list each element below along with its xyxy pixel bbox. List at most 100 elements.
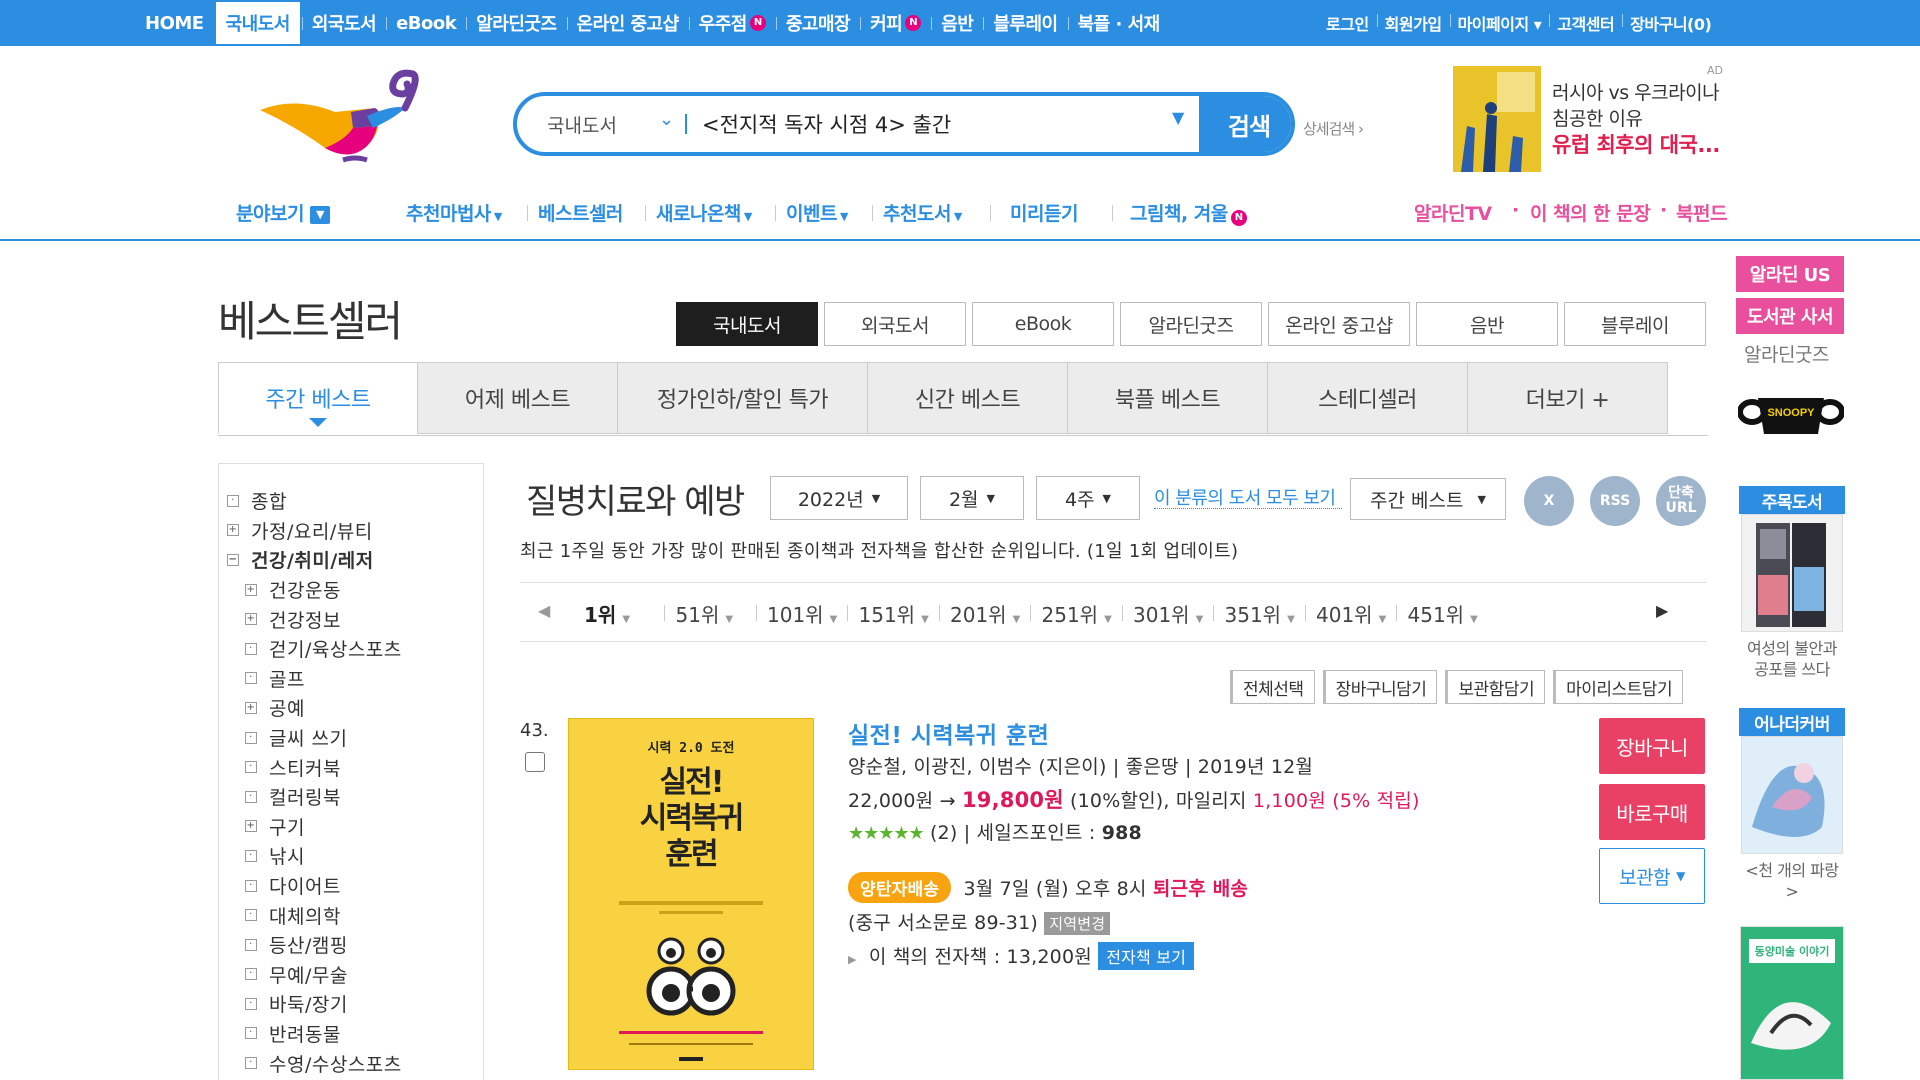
browse-categories-button[interactable]: 분야보기 ▼ [236, 199, 330, 226]
book-cover[interactable]: 시력 2.0 도전 실전! 시력복귀 훈련 [568, 718, 814, 1070]
nav-preview-listen[interactable]: 미리듣기 [1010, 199, 1078, 226]
tab-more[interactable]: 더보기 + [1468, 362, 1668, 434]
buy-now-button[interactable]: 바로구매 [1599, 784, 1705, 840]
add-to-cart-button[interactable]: 장바구니 [1599, 718, 1705, 774]
search-button[interactable]: 검색 [1199, 96, 1291, 152]
rss-icon[interactable]: RSS [1590, 476, 1640, 526]
month-select[interactable]: 2월 ▼ [920, 476, 1024, 520]
category-tree-item[interactable]: · 골프 [219, 664, 483, 694]
ad-text[interactable]: 러시아 vs 우크라이나 침공한 이유 유럽 최후의 대국... [1552, 80, 1742, 158]
topnav-ebook[interactable]: eBook [386, 0, 466, 46]
nav-recommend-wizard[interactable]: 추천마법사 ▼ [406, 199, 502, 226]
category-tree-item[interactable]: + 건강운동 [219, 575, 483, 605]
tab-music[interactable]: 음반 [1416, 302, 1558, 346]
aladin-logo[interactable] [255, 68, 455, 164]
tab-goods[interactable]: 알라딘굿즈 [1120, 302, 1262, 346]
add-to-wishlist-all-button[interactable]: 보관함담기 [1445, 670, 1546, 704]
add-to-mylist-all-button[interactable]: 마이리스트담기 [1553, 670, 1684, 704]
short-url-icon[interactable]: 단축 URL [1656, 476, 1706, 526]
category-tree-item[interactable]: · 대체의학 [219, 900, 483, 930]
tab-used-online[interactable]: 온라인 중고샵 [1268, 302, 1410, 346]
customer-center-link[interactable]: 고객센터 [1549, 11, 1622, 35]
rank-page-link[interactable]: 201위 ▼ [950, 599, 1020, 628]
tab-discount-special[interactable]: 정가인하/할인 특가 [618, 362, 868, 434]
category-tree-item[interactable]: · 다이어트 [219, 871, 483, 901]
view-ebook-button[interactable]: 전자책 보기 [1098, 942, 1195, 970]
cart-link[interactable]: 장바구니(0) [1622, 11, 1719, 35]
search-input[interactable] [702, 102, 1182, 146]
topnav-music[interactable]: 음반 [931, 0, 983, 46]
side-book-cover[interactable]: 동양미술 이야기 [1740, 926, 1844, 1080]
tree-toggle-icon[interactable]: + [245, 583, 257, 596]
tree-toggle-icon[interactable]: + [245, 701, 257, 714]
category-tree-item[interactable]: · 글씨 쓰기 [219, 723, 483, 753]
category-tree-item[interactable]: · 수영/수상스포츠 [219, 1048, 483, 1078]
topnav-bookple[interactable]: 북플 · 서재 [1067, 0, 1170, 46]
rank-page-link[interactable]: 351위 ▼ [1225, 599, 1295, 628]
tab-foreign-books[interactable]: 외국도서 [824, 302, 966, 346]
tree-toggle-icon[interactable]: · [245, 672, 257, 685]
topnav-coffee[interactable]: 커피 N [860, 0, 931, 46]
nav-one-sentence[interactable]: 이 책의 한 문장 [1530, 199, 1651, 226]
another-cover-box[interactable]: 어나더커버 <천 개의 파랑> [1739, 708, 1845, 902]
prev-page-icon[interactable]: ◀ [538, 601, 550, 620]
tab-yesterday-best[interactable]: 어제 베스트 [418, 362, 618, 434]
topnav-foreign-books[interactable]: 외국도서 [301, 0, 386, 46]
excel-download-icon[interactable]: X [1524, 476, 1574, 526]
topnav-korean-books[interactable]: 국내도서 [213, 0, 302, 46]
rank-page-link[interactable]: 51위 ▼ [676, 599, 734, 628]
add-to-cart-all-button[interactable]: 장바구니담기 [1322, 670, 1438, 704]
ad-book-cover[interactable] [1453, 66, 1541, 172]
tab-korean-books[interactable]: 국내도서 [676, 302, 818, 346]
tree-toggle-icon[interactable]: + [245, 820, 257, 833]
topnav-used-store[interactable]: 중고매장 [775, 0, 860, 46]
mypage-link[interactable]: 마이페이지 ▾ [1449, 11, 1550, 35]
book-select-checkbox[interactable] [525, 752, 545, 772]
tree-toggle-icon[interactable]: · [245, 997, 257, 1010]
library-librarian-button[interactable]: 도서관 사서 [1736, 298, 1844, 334]
topnav-goods[interactable]: 알라딘굿즈 [466, 0, 566, 46]
rank-page-link[interactable]: 151위 ▼ [859, 599, 929, 628]
tree-toggle-icon[interactable]: · [227, 494, 239, 507]
signup-link[interactable]: 회원가입 [1376, 11, 1450, 35]
tree-toggle-icon[interactable]: · [245, 731, 257, 744]
category-tree-item[interactable]: · 반려동물 [219, 1019, 483, 1049]
category-tree-item[interactable]: · 스티커북 [219, 752, 483, 782]
category-tree-item[interactable]: · 컬러링북 [219, 782, 483, 812]
tree-toggle-icon[interactable]: · [245, 849, 257, 862]
nav-aladin-tv[interactable]: 알라딘TV [1414, 199, 1492, 226]
advanced-search-link[interactable]: 상세검색 › [1303, 118, 1364, 139]
rank-page-link[interactable]: 401위 ▼ [1316, 599, 1386, 628]
select-all-button[interactable]: 전체선택 [1230, 670, 1315, 704]
tab-weekly-best[interactable]: 주간 베스트 [218, 362, 418, 434]
login-link[interactable]: 로그인 [1318, 11, 1377, 35]
nav-new-books[interactable]: 새로나온책 ▼ [656, 199, 752, 226]
snoopy-mug-image[interactable]: SNOOPY [1737, 390, 1845, 440]
nav-event[interactable]: 이벤트 ▼ [786, 199, 848, 226]
category-tree-item[interactable]: + 건강정보 [219, 604, 483, 634]
featured-book-box[interactable]: 주목도서 여성의 불안과 공포를 쓰다 [1739, 486, 1845, 680]
category-tree-item[interactable]: − 건강/취미/레저 [219, 545, 483, 575]
tree-toggle-icon[interactable]: · [245, 938, 257, 951]
category-tree-item[interactable]: + 공예 [219, 693, 483, 723]
tree-toggle-icon[interactable]: + [245, 613, 257, 626]
category-tree-item[interactable]: · 바둑/장기 [219, 989, 483, 1019]
tree-toggle-icon[interactable]: · [245, 642, 257, 655]
category-tree-item[interactable]: · 등산/캠핑 [219, 930, 483, 960]
wishlist-button[interactable]: 보관함 ▼ [1599, 848, 1705, 904]
next-page-icon[interactable]: ▶ [1656, 601, 1668, 620]
rank-page-link[interactable]: 301위 ▼ [1133, 599, 1203, 628]
tab-bluray[interactable]: 블루레이 [1564, 302, 1706, 346]
book-authors[interactable]: 양순철, 이광진, 이범수 (지은이) | 좋은땅 | 2019년 12월 [848, 752, 1313, 779]
category-tree-item[interactable]: + 구기 [219, 812, 483, 842]
tab-ebook[interactable]: eBook [972, 302, 1114, 346]
tab-steady-seller[interactable]: 스테디셀러 [1268, 362, 1468, 434]
category-tree-item[interactable]: + 가정/요리/뷰티 [219, 516, 483, 546]
tree-toggle-icon[interactable]: · [245, 909, 257, 922]
tab-bookple-best[interactable]: 북플 베스트 [1068, 362, 1268, 434]
rank-page-link[interactable]: 251위 ▼ [1042, 599, 1112, 628]
nav-bestseller[interactable]: 베스트셀러 [538, 199, 623, 226]
change-region-button[interactable]: 지역변경 [1044, 912, 1111, 935]
all-books-in-category-link[interactable]: 이 분류의 도서 모두 보기 [1154, 484, 1336, 510]
aladin-us-button[interactable]: 알라딘 US [1736, 256, 1844, 292]
